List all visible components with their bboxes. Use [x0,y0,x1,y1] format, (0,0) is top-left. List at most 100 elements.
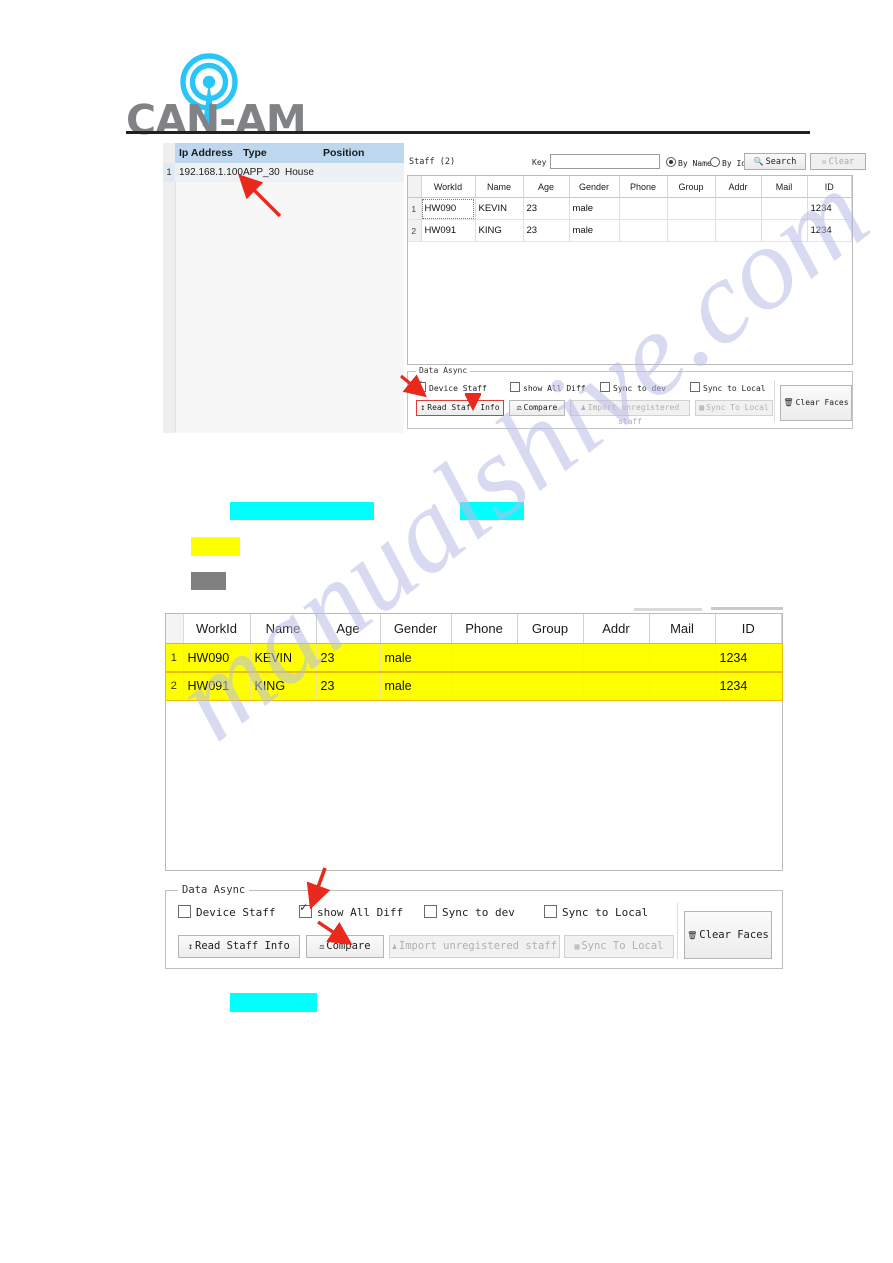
clear-faces-button[interactable]: 🗑 Clear Faces [684,911,772,959]
cropped-button-fragment-1 [634,608,702,611]
col-gender[interactable]: Gender [569,176,620,198]
cell-addr[interactable] [583,672,650,700]
row-number-header [408,176,422,198]
clear-faces-label: Clear Faces [699,929,769,941]
checkbox-device-staff[interactable]: Device Staff [178,905,275,919]
cell-age[interactable]: 23 [316,643,381,672]
radio-by-name[interactable]: By Name [666,157,712,168]
row-number: 2 [166,672,184,700]
checkbox-show-all-diff[interactable]: show All Diff [299,902,403,919]
cell-gender[interactable]: male [569,219,620,242]
table-row[interactable]: 2 HW091 KING 23 male 1234 [165,671,783,701]
col-phone[interactable]: Phone [619,176,668,198]
cell-workid[interactable]: HW090 [183,643,251,672]
cell-group[interactable] [517,643,584,672]
checkbox-sync-to-local[interactable]: Sync to Local [690,382,766,393]
cell-gender[interactable]: male [380,643,452,672]
cell-id[interactable]: 1234 [807,219,852,242]
col-age[interactable]: Age [316,614,381,644]
row-number: 2 [408,219,422,242]
col-id[interactable]: ID [807,176,852,198]
cell-name[interactable]: KEVIN [475,197,524,220]
col-mail[interactable]: Mail [649,614,716,644]
cell-group[interactable] [667,197,716,220]
cell-gender[interactable]: male [380,672,452,700]
col-age[interactable]: Age [523,176,570,198]
compare-button[interactable]: ⚖ Compare [509,400,565,416]
cell-addr[interactable] [715,219,762,242]
cell-group[interactable] [667,219,716,242]
search-button[interactable]: 🔍 Search [744,153,806,170]
col-workid[interactable]: WorkId [421,176,476,198]
checkbox-sync-to-dev[interactable]: Sync to dev [600,382,666,393]
cell-name[interactable]: KING [475,219,524,242]
cell-age[interactable]: 23 [316,672,381,700]
col-mail[interactable]: Mail [761,176,808,198]
col-id[interactable]: ID [715,614,782,644]
cell-mail[interactable] [649,672,716,700]
checkbox-sync-to-dev-box [424,905,437,918]
col-group[interactable]: Group [667,176,716,198]
read-staff-info-button[interactable]: ↧ Read Staff Info [416,400,504,416]
cell-phone[interactable] [619,197,668,220]
table-row[interactable]: 1 HW090 KEVIN 23 male 1234 [408,197,852,220]
cell-age[interactable]: 23 [523,197,570,220]
read-staff-info-label: Read Staff Info [427,403,500,412]
cropped-button-fragment-2 [711,607,783,610]
staff-table: WorkId Name Age Gender Phone Group Addr … [407,175,853,365]
checkbox-show-all-diff[interactable]: show All Diff [510,382,586,393]
redacted-yellow-bar [191,537,240,556]
database-icon: ▦ [574,942,580,951]
device-table-row[interactable]: 192.168.1.100 APP_30 House [175,163,404,182]
device-table-header: Ip Address Type Position [175,143,404,163]
redacted-cyan-bar-1 [230,502,374,520]
data-async-legend: Data Async [416,366,471,375]
checkbox-sync-to-dev-box [600,382,610,392]
col-addr[interactable]: Addr [583,614,650,644]
checkbox-device-staff[interactable]: Device Staff [416,379,487,393]
checkbox-sync-to-dev[interactable]: Sync to dev [424,905,515,919]
col-addr[interactable]: Addr [715,176,762,198]
sync-to-local-button: ▦ Sync To Local [695,400,773,416]
cell-mail[interactable] [761,197,808,220]
redacted-gray-bar [191,572,226,590]
search-key-input[interactable] [550,154,660,169]
compared-table-header-row: WorkId Name Age Gender Phone Group Addr … [166,614,782,644]
col-group[interactable]: Group [517,614,584,644]
clear-button-label: Clear [828,157,855,167]
cell-name[interactable]: KEVIN [250,643,317,672]
cell-workid[interactable]: HW091 [421,219,476,242]
cell-age[interactable]: 23 [523,219,570,242]
cell-id[interactable]: 1234 [715,672,782,700]
checkbox-device-staff-box [178,905,191,918]
radio-by-id[interactable]: By Id [710,157,746,168]
cell-workid[interactable]: HW091 [183,672,251,700]
table-row[interactable]: 1 HW090 KEVIN 23 male 1234 [165,642,783,673]
cell-mail[interactable] [761,219,808,242]
read-staff-info-button[interactable]: ↧ Read Staff Info [178,935,300,958]
col-name[interactable]: Name [475,176,524,198]
checkbox-sync-to-local[interactable]: Sync to Local [544,905,648,919]
cell-phone[interactable] [451,643,518,672]
col-gender[interactable]: Gender [380,614,452,644]
clear-button[interactable]: ☒ Clear [810,153,866,170]
cell-name[interactable]: KING [250,672,317,700]
col-phone[interactable]: Phone [451,614,518,644]
compare-button[interactable]: ⚖ Compare [306,935,384,958]
table-row[interactable]: 2 HW091 KING 23 male 1234 [408,219,852,242]
cell-gender[interactable]: male [569,197,620,220]
cell-phone[interactable] [619,219,668,242]
radio-by-name-label: By Name [678,159,712,168]
cell-id[interactable]: 1234 [715,643,782,672]
cell-addr[interactable] [583,643,650,672]
cell-group[interactable] [517,672,584,700]
col-workid[interactable]: WorkId [183,614,251,644]
cell-phone[interactable] [451,672,518,700]
cell-id[interactable]: 1234 [807,197,852,220]
col-name[interactable]: Name [250,614,317,644]
clear-faces-button[interactable]: 🗑 Clear Faces [780,385,852,421]
device-col-position: Position [323,147,365,159]
cell-workid[interactable]: HW090 [421,197,476,220]
cell-mail[interactable] [649,643,716,672]
cell-addr[interactable] [715,197,762,220]
